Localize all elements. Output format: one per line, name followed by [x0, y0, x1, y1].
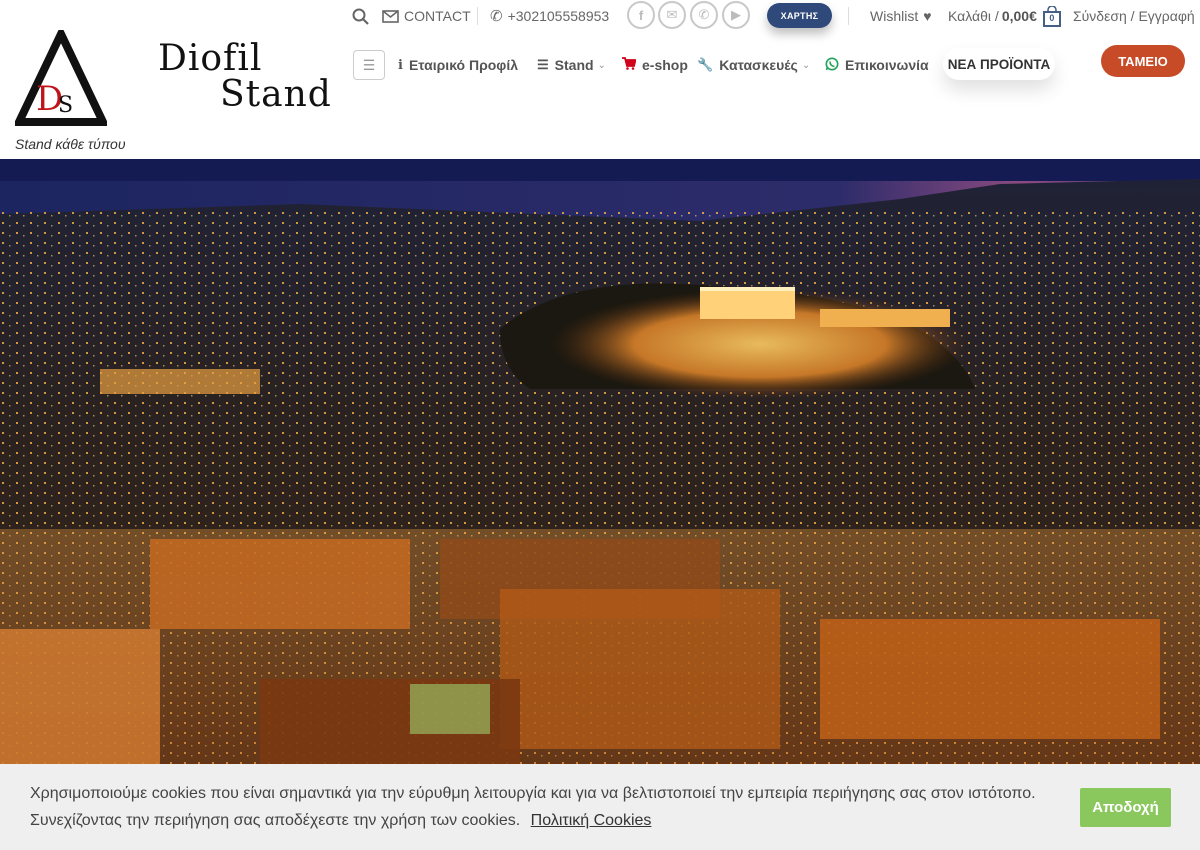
wishlist-link[interactable]: Wishlist ♥: [870, 0, 932, 32]
chevron-down-icon: ⌄: [801, 59, 811, 71]
accept-cookies-button[interactable]: Αποδοχή: [1080, 788, 1171, 827]
wrench-icon: 🔧: [697, 57, 714, 72]
nav-item-profile[interactable]: i Εταιρικό Προφίλ: [398, 52, 518, 78]
nav-item-stand[interactable]: ☰ Stand ⌄: [537, 52, 606, 78]
login-link[interactable]: Σύνδεση / Εγγραφή: [1073, 0, 1195, 32]
envelope-icon: [382, 9, 399, 23]
facebook-icon[interactable]: f: [627, 1, 655, 29]
divider: [848, 7, 849, 25]
phone-number: +302105558953: [507, 8, 610, 24]
phone-icon[interactable]: ✆: [690, 1, 718, 29]
youtube-icon[interactable]: ▶: [722, 1, 750, 29]
email-icon[interactable]: ✉: [658, 1, 686, 29]
cart-link[interactable]: Καλάθι / 0,00€ 0: [948, 0, 1061, 32]
nav-label: Κατασκευές: [719, 57, 798, 73]
nav-label: Stand: [554, 57, 594, 73]
divider: [477, 7, 478, 25]
chevron-down-icon: ⌄: [597, 59, 606, 71]
nav-label: Εταιρικό Προφίλ: [408, 57, 518, 73]
cart-total: 0,00€: [1001, 8, 1037, 24]
cookie-policy-link[interactable]: Πολιτική Cookies: [531, 812, 652, 829]
contact-link[interactable]: CONTACT: [382, 0, 471, 32]
cookie-banner: Χρησιμοποιούμε cookies που είναι σημαντι…: [0, 764, 1200, 850]
whatsapp-icon: [825, 57, 839, 74]
bag-icon: 0: [1042, 5, 1061, 27]
nav-item-constructions[interactable]: 🔧 Κατασκευές ⌄: [697, 52, 810, 78]
checkout-button[interactable]: ΤΑΜΕΙΟ: [1101, 45, 1185, 77]
phone-link[interactable]: ✆ +302105558953: [490, 0, 609, 32]
cart-count: 0: [1049, 13, 1055, 23]
logo-mark[interactable]: D S: [15, 30, 107, 126]
tagline: Stand κάθε τύπου: [15, 136, 126, 152]
new-products-button[interactable]: ΝΕΑ ΠΡΟΪΟΝΤΑ: [943, 48, 1055, 80]
phone-icon: ✆: [490, 8, 503, 25]
hero-image: [0, 159, 1200, 850]
heart-icon: ♥: [923, 8, 932, 24]
cookie-message: Χρησιμοποιούμε cookies που είναι σημαντι…: [30, 780, 1050, 834]
hamburger-menu-button[interactable]: ☰: [353, 50, 385, 80]
nav-label: e-shop: [642, 57, 688, 73]
wishlist-label: Wishlist: [870, 8, 919, 24]
cart-label: Καλάθι /: [948, 8, 999, 24]
info-icon: i: [398, 57, 403, 73]
cart-icon: [622, 57, 637, 73]
nav-item-contact[interactable]: Επικοινωνία: [825, 52, 929, 78]
top-bar: CONTACT ✆ +302105558953 f ✉ ✆ ▶ ΧΑΡΤΗΣ W…: [0, 0, 1200, 32]
svg-text:S: S: [58, 93, 73, 118]
search-icon[interactable]: [352, 0, 369, 32]
logo-line-1: Diofil: [158, 38, 263, 79]
nav-label: Επικοινωνία: [845, 57, 929, 73]
map-button[interactable]: ΧΑΡΤΗΣ: [767, 3, 832, 28]
logo-line-2: Stand: [220, 74, 332, 115]
nav-item-eshop[interactable]: e-shop: [622, 52, 688, 78]
contact-label: CONTACT: [404, 8, 471, 24]
list-icon: ☰: [537, 57, 549, 72]
